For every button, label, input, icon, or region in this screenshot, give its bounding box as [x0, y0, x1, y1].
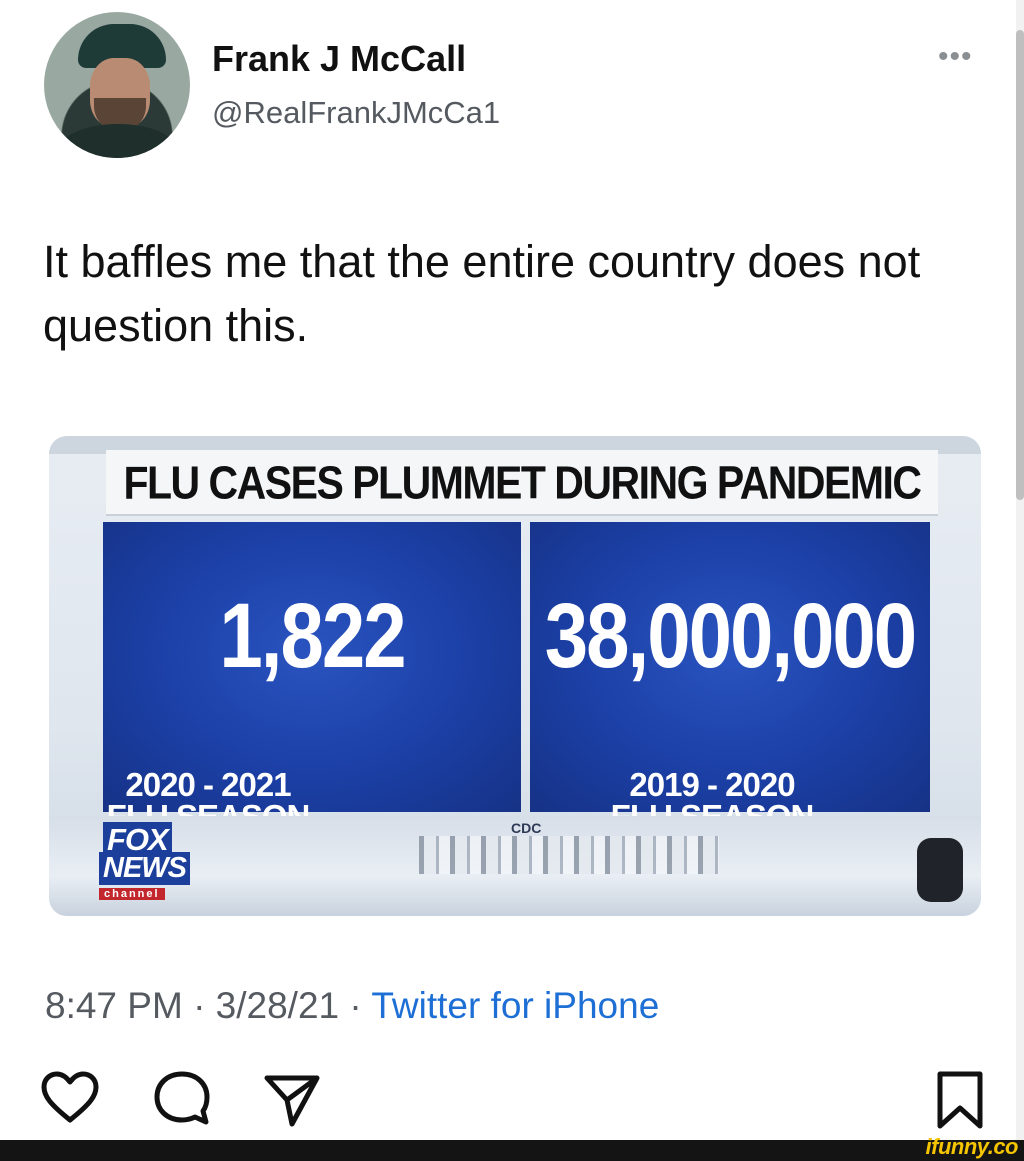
share-icon[interactable]: [262, 1070, 322, 1130]
tweet-text: It baffles me that the entire country do…: [43, 236, 921, 351]
stat-number-right: 38,000,000: [544, 582, 917, 687]
author-name[interactable]: Frank J McCall: [212, 38, 466, 80]
tweet-media-image[interactable]: FLU CASES PLUMMET DURING PANDEMIC 1,822 …: [49, 436, 981, 916]
media-headline: FLU CASES PLUMMET DURING PANDEMIC: [123, 457, 922, 509]
tweet-timestamp[interactable]: 8:47 PM · 3/28/21 ·: [45, 985, 362, 1026]
stat-number-left: 1,822: [219, 582, 406, 687]
stat-panel-2020-2021: 1,822 2020 - 2021 FLU SEASON: [103, 522, 521, 833]
ifunny-watermark: ifunny.co: [925, 1134, 1019, 1159]
stat-season-left-line1: 2020 - 2021: [125, 766, 291, 803]
scrollbar-thumb[interactable]: [1016, 30, 1024, 500]
cdc-label: CDC: [511, 820, 542, 836]
avatar-shirt: [60, 124, 176, 158]
logo-news-text: NEWS: [99, 852, 190, 885]
stat-panel-2019-2020: 38,000,000 2019 - 2020 FLU SEASON: [530, 522, 930, 833]
stat-season-right-line1: 2019 - 2020: [629, 766, 795, 803]
headline-bar: FLU CASES PLUMMET DURING PANDEMIC: [106, 450, 938, 516]
fox-news-logo: FOX NEWS channel: [97, 822, 193, 914]
avatar[interactable]: [44, 12, 190, 158]
heart-icon[interactable]: [40, 1068, 100, 1128]
more-options-icon[interactable]: •••: [938, 40, 973, 74]
tweet-meta: 8:47 PM · 3/28/21 · Twitter for iPhone: [45, 985, 659, 1027]
test-tubes-background: [419, 836, 719, 874]
tweet-source-link[interactable]: Twitter for iPhone: [371, 985, 659, 1026]
bookmark-icon[interactable]: [930, 1070, 990, 1130]
logo-channel-text: channel: [99, 888, 165, 900]
watermark-bar: ifunny.co: [0, 1134, 1024, 1161]
comment-icon[interactable]: [152, 1068, 212, 1128]
author-handle[interactable]: @RealFrankJMcCa1: [212, 95, 500, 131]
lab-equipment-background: [917, 838, 963, 902]
